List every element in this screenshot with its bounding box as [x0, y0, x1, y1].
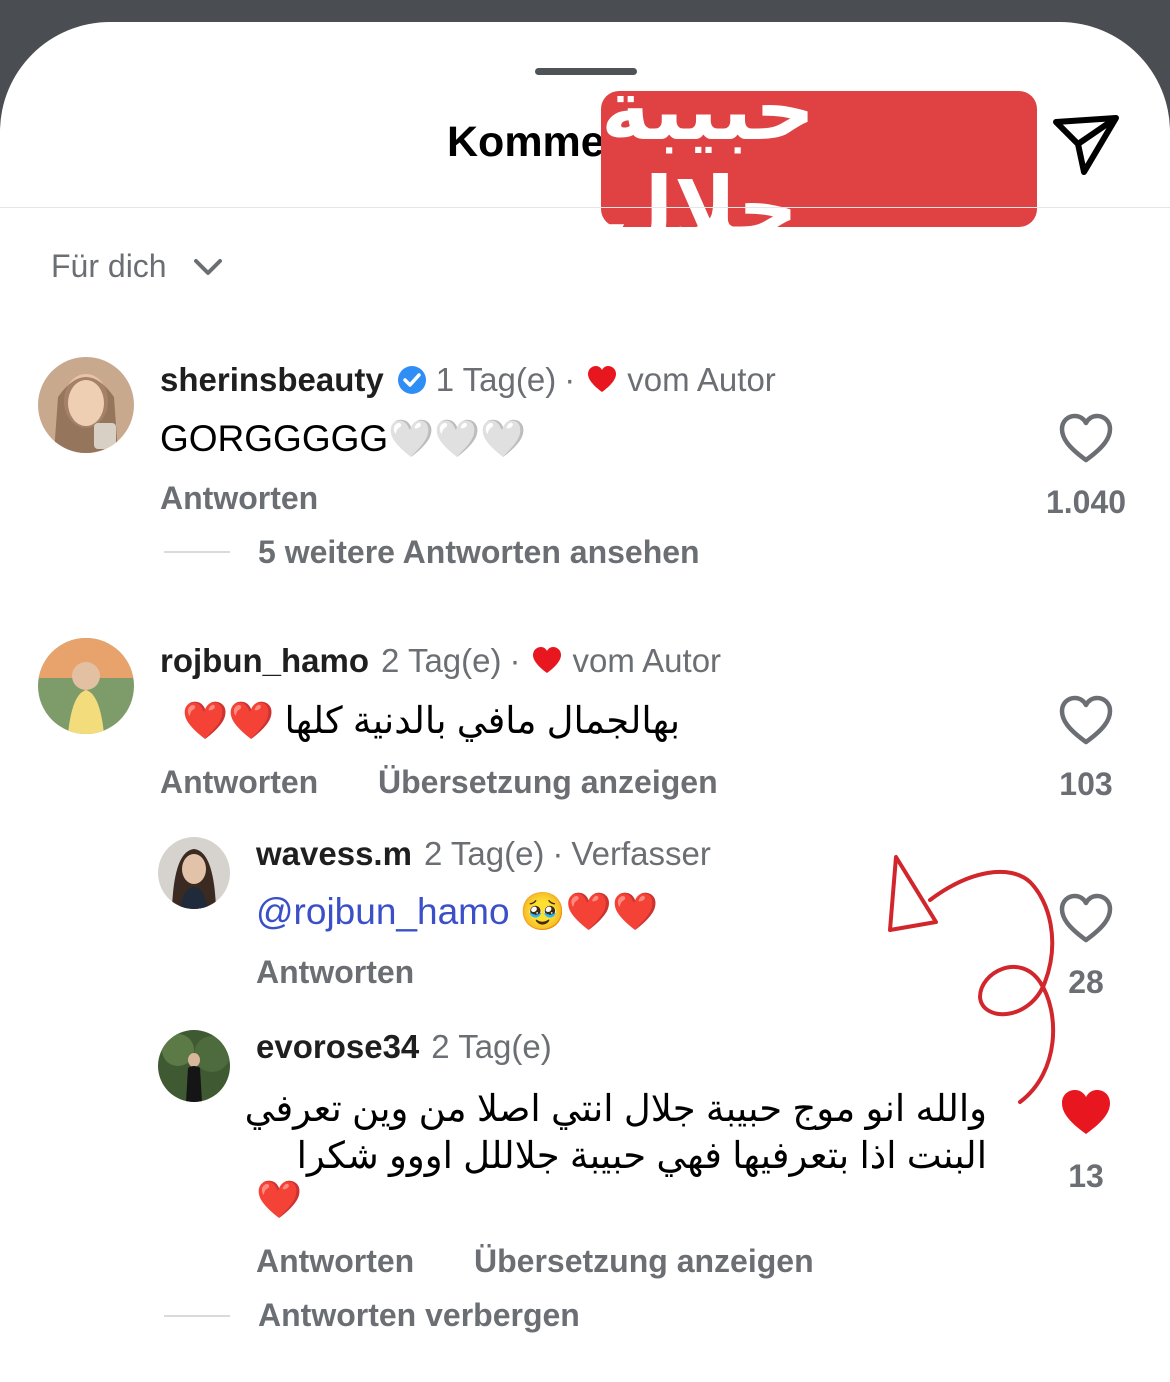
- translate-button[interactable]: Übersetzung anzeigen: [378, 764, 718, 801]
- comments-sheet: Kommentare حبيبة جلال Für dich sherinsbe…: [0, 22, 1170, 1382]
- reply-emoji: 🥹❤️❤️: [519, 890, 659, 933]
- avatar-image: [38, 638, 134, 734]
- sort-dropdown[interactable]: Für dich: [51, 248, 225, 285]
- reply-button[interactable]: Antworten: [256, 954, 414, 991]
- reply-meta: wavess.m 2 Tag(e) · Verfasser: [256, 835, 711, 873]
- reply-text: @rojbun_hamo 🥹❤️❤️: [256, 890, 658, 934]
- author-badge: Verfasser: [571, 835, 711, 872]
- annotation-arrow-icon: [888, 855, 1056, 1104]
- like-count: 103: [1059, 766, 1113, 802]
- comment-meta: rojbun_hamo 2 Tag(e) · vom Autor: [160, 642, 722, 680]
- avatar-image: [38, 357, 134, 453]
- timestamp: 1 Tag(e): [435, 361, 557, 398]
- avatar[interactable]: [38, 357, 134, 453]
- comment-meta: sherinsbeauty 1 Tag(e) · vom Autor: [160, 361, 776, 399]
- header-divider: [0, 207, 1170, 208]
- timestamp: 2 Tag(e): [431, 1028, 552, 1065]
- username[interactable]: evorose34: [256, 1028, 419, 1066]
- author-heart-icon: [588, 366, 617, 392]
- sort-label: Für dich: [51, 248, 167, 284]
- avatar[interactable]: [158, 1030, 230, 1102]
- reply-button[interactable]: Antworten: [256, 1243, 414, 1280]
- liked-by-author-label: vom Autor: [627, 361, 776, 398]
- reply-button[interactable]: Antworten: [160, 764, 318, 801]
- comment-emoji: 🤍🤍🤍: [388, 417, 527, 460]
- hide-replies-button[interactable]: Antworten verbergen: [258, 1297, 580, 1334]
- heart-outline-icon[interactable]: [1058, 410, 1114, 466]
- author-heart-icon: [533, 647, 562, 673]
- view-more-replies-button[interactable]: 5 weitere Antworten ansehen: [258, 534, 700, 571]
- reply-meta: evorose34 2 Tag(e): [256, 1028, 552, 1066]
- verified-icon: [397, 366, 426, 394]
- liked-by-author-label: vom Autor: [572, 642, 722, 679]
- like-count: 1.040: [1045, 484, 1127, 520]
- timestamp: 2 Tag(e): [423, 835, 545, 872]
- replies-divider-line: [164, 551, 230, 553]
- heart-outline-icon[interactable]: [1058, 692, 1114, 748]
- timestamp: 2 Tag(e): [381, 642, 502, 679]
- avatar[interactable]: [158, 837, 230, 909]
- mention-link[interactable]: @rojbun_hamo: [256, 891, 510, 932]
- avatar-image: [158, 837, 230, 909]
- chevron-down-icon: [193, 258, 222, 275]
- comment-text: GORGGGGG🤍🤍🤍: [160, 417, 527, 460]
- like-count: 13: [1068, 1158, 1104, 1194]
- avatar[interactable]: [38, 638, 134, 734]
- comment-emoji: ❤️❤️: [182, 699, 275, 742]
- avatar-image: [158, 1030, 230, 1102]
- translate-button[interactable]: Übersetzung anzeigen: [474, 1243, 814, 1280]
- username[interactable]: sherinsbeauty: [160, 361, 384, 399]
- send-icon[interactable]: [1050, 108, 1122, 180]
- username[interactable]: wavess.m: [256, 835, 412, 873]
- replies-divider-line: [164, 1315, 230, 1317]
- reply-button[interactable]: Antworten: [160, 480, 318, 517]
- comment-text: بهالجمال مافي بالدنية كلها ❤️❤️: [182, 699, 680, 742]
- reply-emoji: ❤️: [256, 1178, 303, 1221]
- username[interactable]: rojbun_hamo: [160, 642, 369, 680]
